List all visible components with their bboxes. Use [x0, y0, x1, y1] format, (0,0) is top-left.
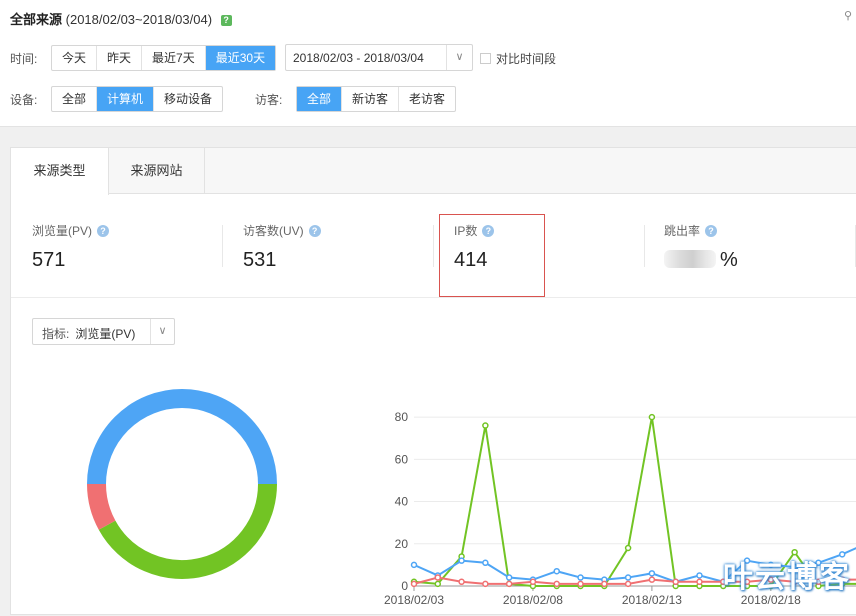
help-icon[interactable]: ?: [705, 224, 718, 237]
chevron-down-icon[interactable]: ∨: [150, 319, 174, 344]
data-point: [577, 580, 584, 588]
metric-value-wrap: %: [664, 249, 738, 272]
time-option-2[interactable]: 最近7天: [142, 46, 206, 70]
x-tick-label: 2018/02/03: [384, 593, 444, 607]
indicator-value: 浏览量(PV): [75, 327, 136, 341]
date-range-picker[interactable]: 2018/02/03 - 2018/03/04 ∨: [285, 44, 473, 71]
data-point: [648, 576, 656, 583]
data-point: [696, 572, 703, 579]
data-point: [553, 580, 560, 588]
data-point: [410, 580, 418, 588]
time-option-1[interactable]: 昨天: [97, 46, 143, 70]
metric-pv: 浏览量(PV)? 571: [32, 222, 110, 272]
help-icon[interactable]: ?: [220, 15, 232, 26]
tab-source-type[interactable]: 来源类型: [11, 148, 109, 195]
data-point: [482, 422, 489, 429]
time-option-3[interactable]: 最近30天: [205, 46, 276, 70]
metric-label: 浏览量(PV): [32, 224, 93, 238]
y-tick-label: 40: [395, 495, 409, 509]
time-option-0[interactable]: 今天: [52, 46, 98, 70]
data-point: [458, 557, 465, 564]
data-point: [505, 574, 513, 581]
divider: [644, 225, 645, 267]
metric-value: 571: [32, 249, 66, 271]
device-option-0[interactable]: 全部: [52, 87, 98, 111]
link-icon[interactable]: ⚲: [844, 9, 854, 22]
data-point: [505, 580, 513, 588]
visitor-option-2[interactable]: 老访客: [399, 87, 455, 111]
device-group: 全部 计算机 移动设备: [51, 86, 224, 112]
x-tick-label: 2018/02/13: [622, 593, 682, 607]
tab-source-site[interactable]: 来源网站: [109, 148, 205, 194]
y-tick-label: 80: [395, 410, 409, 424]
checkbox-box[interactable]: [480, 53, 491, 64]
donut-slice-2: [87, 483, 116, 530]
report-panel: 来源类型 来源网站 浏览量(PV)? 571 访客数(UV)? 531 IP数?…: [10, 147, 856, 615]
visitor-group: 全部 新访客 老访客: [296, 86, 457, 112]
divider: [11, 297, 856, 298]
data-point: [553, 567, 560, 575]
y-tick-label: 20: [395, 537, 409, 551]
help-icon[interactable]: ?: [308, 224, 321, 237]
title-range: (2018/02/03~2018/03/04): [65, 12, 213, 27]
y-tick-label: 60: [395, 452, 409, 466]
divider: [222, 225, 223, 267]
data-point: [624, 574, 632, 581]
data-point: [434, 580, 442, 588]
data-point: [648, 570, 656, 577]
metric-label: 跳出率: [664, 224, 701, 238]
data-point: [482, 559, 489, 567]
indicator-select[interactable]: 指标: 浏览量(PV) ∨: [32, 318, 175, 345]
tab-bar: 来源类型 来源网站: [11, 148, 856, 195]
data-point: [434, 574, 442, 581]
data-point: [601, 580, 608, 588]
data-point: [458, 578, 465, 586]
highlight-box: [439, 214, 545, 297]
data-point: [624, 580, 632, 588]
data-point: [529, 578, 537, 586]
data-point: [410, 561, 418, 569]
metric-label: 访客数(UV): [243, 224, 304, 238]
filter-header: 全部来源 (2018/02/03~2018/03/04) ? ⚲ 时间: 今天昨…: [0, 0, 856, 127]
indicator-label: 指标:: [42, 327, 70, 341]
compare-checkbox[interactable]: 对比时间段: [480, 50, 556, 67]
page-title: 全部来源 (2018/02/03~2018/03/04) ?: [10, 9, 232, 28]
data-point: [482, 580, 489, 588]
data-point: [624, 544, 632, 552]
chevron-down-icon[interactable]: ∨: [446, 45, 472, 70]
title-text: 全部来源: [10, 12, 63, 27]
visitor-option-0[interactable]: 全部: [297, 87, 343, 111]
data-point: [648, 413, 656, 421]
visitor-label: 访客:: [255, 93, 283, 107]
data-point: [672, 578, 679, 586]
device-option-1[interactable]: 计算机: [97, 87, 155, 111]
metric-value: %: [720, 249, 738, 271]
donut-slice-0: [87, 389, 277, 485]
visitor-option-1[interactable]: 新访客: [342, 87, 400, 111]
time-label: 时间:: [10, 52, 38, 66]
metric-uv: 访客数(UV)? 531: [243, 222, 321, 272]
help-icon[interactable]: ?: [97, 224, 110, 237]
watermark: 叶云博客: [723, 561, 851, 594]
metric-bounce: 跳出率? %: [664, 222, 738, 272]
blurred-value: [664, 250, 716, 268]
source-donut-chart: [87, 389, 277, 579]
data-point: [577, 574, 584, 581]
device-option-2[interactable]: 移动设备: [154, 87, 222, 111]
metric-value: 531: [243, 249, 277, 271]
data-point: [696, 578, 703, 586]
divider: [433, 225, 434, 267]
donut-slice-1: [98, 483, 277, 579]
x-tick-label: 2018/02/08: [503, 593, 563, 607]
device-label: 设备:: [10, 93, 38, 107]
time-range-group: 今天 昨天 最近7天 最近30天: [51, 45, 277, 71]
y-tick-label: 0: [401, 579, 408, 593]
compare-label: 对比时间段: [496, 52, 557, 66]
date-range-value: 2018/02/03 - 2018/03/04: [293, 51, 424, 65]
